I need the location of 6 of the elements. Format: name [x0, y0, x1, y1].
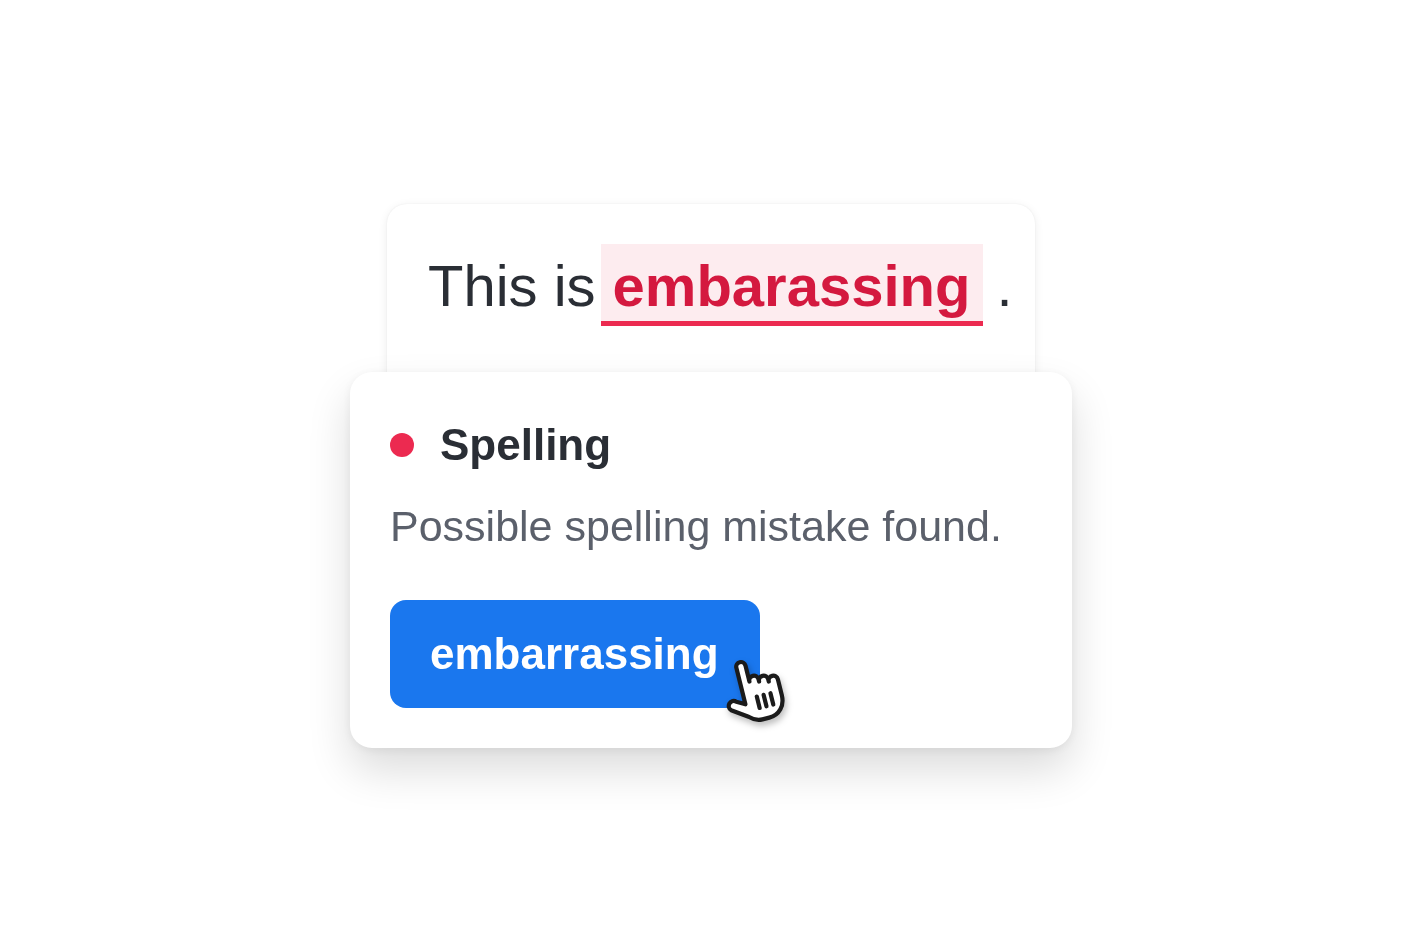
suggestion-button[interactable]: embarrassing — [390, 600, 760, 708]
issue-category: Spelling — [440, 419, 612, 471]
issue-message: Possible spelling mistake found. — [390, 501, 1003, 552]
misspelled-word[interactable]: embarassing — [600, 244, 984, 326]
sentence-text: . — [996, 252, 1013, 319]
sentence-text: This is — [428, 252, 596, 319]
